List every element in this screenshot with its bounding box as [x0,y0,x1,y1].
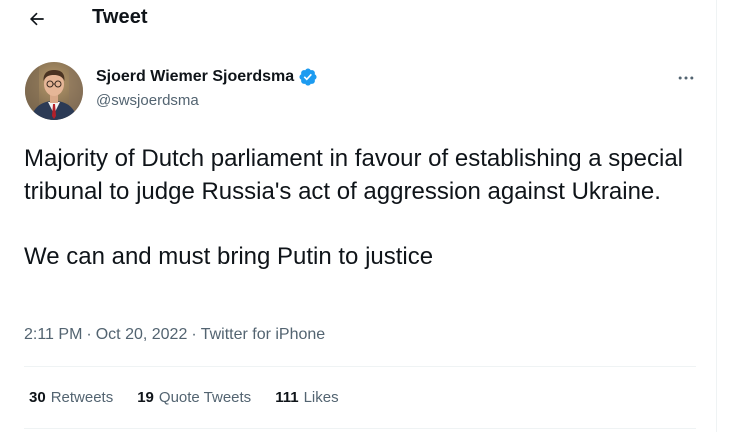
quote-tweets-stat[interactable]: 19 Quote Tweets [137,389,251,406]
page-title: Tweet [92,6,148,28]
tweet-date[interactable]: Oct 20, 2022 [96,326,188,344]
author-handle[interactable]: @swsjoerdsma [96,92,199,109]
tweet-time[interactable]: 2:11 PM [24,326,82,344]
author-name-row: Sjoerd Wiemer Sjoerdsma [96,67,318,87]
retweets-label: Retweets [50,389,114,406]
quote-tweets-count: 19 [137,389,154,406]
meta-separator: · [191,326,197,343]
meta-separator: · [86,326,92,343]
more-horizontal-icon [678,76,694,80]
author-name[interactable]: Sjoerd Wiemer Sjoerdsma [96,68,294,86]
likes-stat[interactable]: 111 Likes [275,389,338,406]
page-header: Tweet [0,0,717,38]
back-button[interactable] [22,4,52,34]
tweet-page: Tweet Sjoerd Wiemer Sjoerdsma @swsjoerds… [0,0,717,432]
tweet-paragraph: We can and must bring Putin to justice [24,243,434,270]
retweets-stat[interactable]: 30 Retweets [29,389,113,406]
verified-badge-icon [299,68,317,86]
avatar-image [25,62,83,120]
arrow-left-icon [29,12,44,26]
avatar[interactable] [25,62,83,120]
quote-tweets-label: Quote Tweets [158,389,252,406]
tweet-paragraph: Majority of Dutch parliament in favour o… [24,145,683,205]
likes-count: 111 [275,389,299,406]
tweet-text: Majority of Dutch parliament in favour o… [24,142,704,273]
tweet-meta: 2:11 PM · Oct 20, 2022 · Twitter for iPh… [24,326,325,344]
divider [24,428,696,429]
tweet-source[interactable]: Twitter for iPhone [201,326,326,344]
divider [24,366,696,367]
retweets-count: 30 [29,389,46,406]
tweet-stats: 30 Retweets 19 Quote Tweets 111 Likes [29,389,363,406]
likes-label: Likes [303,389,339,406]
more-options-button[interactable] [672,66,700,90]
